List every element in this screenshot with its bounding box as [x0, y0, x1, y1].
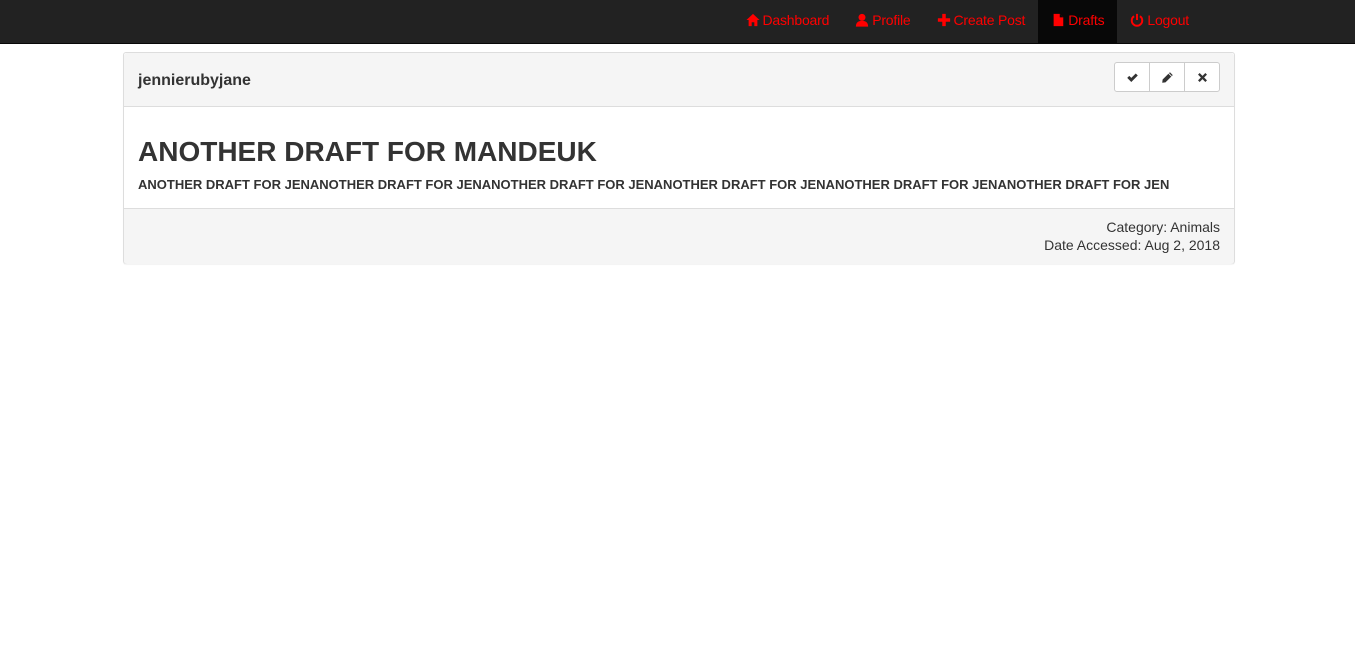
user-icon	[855, 13, 869, 27]
nav-item-logout[interactable]: Logout	[1117, 0, 1202, 39]
top-navbar: Dashboard Profile Create Post Drafts Log…	[0, 0, 1355, 44]
nav-item-label: Profile	[872, 11, 911, 28]
draft-body: ANOTHER DRAFT FOR JENANOTHER DRAFT FOR J…	[138, 177, 1170, 192]
date-accessed-label: Date Accessed: Aug 2, 2018	[1044, 237, 1220, 253]
nav-item-label: Drafts	[1068, 11, 1105, 28]
approve-button[interactable]	[1114, 62, 1150, 92]
plus-icon	[937, 13, 951, 27]
nav-item-label: Logout	[1147, 11, 1189, 28]
draft-card-footer: Category: Animals Date Accessed: Aug 2, …	[124, 208, 1234, 264]
delete-button[interactable]	[1184, 62, 1220, 92]
home-icon	[745, 13, 760, 27]
nav-item-dashboard[interactable]: Dashboard	[733, 0, 843, 39]
checkmark-icon	[1126, 71, 1139, 84]
file-icon	[1051, 13, 1065, 27]
nav-item-create-post[interactable]: Create Post	[924, 0, 1039, 39]
nav-item-label: Create Post	[953, 11, 1026, 28]
edit-button[interactable]	[1149, 62, 1185, 92]
power-icon	[1130, 13, 1144, 27]
draft-card: jennierubyjane ANOTHER DRAFT FOR MANDEUK…	[123, 52, 1235, 264]
nav-item-drafts[interactable]: Drafts	[1038, 0, 1118, 43]
nav-item-profile[interactable]: Profile	[842, 0, 923, 39]
author-name: jennierubyjane	[138, 72, 251, 89]
draft-actions	[1114, 62, 1220, 92]
draft-card-header: jennierubyjane	[124, 53, 1234, 107]
pencil-icon	[1161, 71, 1174, 84]
close-icon	[1196, 71, 1209, 84]
draft-meta: Category: Animals Date Accessed: Aug 2, …	[1044, 218, 1220, 254]
nav-menu: Dashboard Profile Create Post Drafts Log…	[733, 0, 1203, 43]
category-label: Category: Animals	[1106, 219, 1220, 235]
draft-title: ANOTHER DRAFT FOR MANDEUK	[138, 136, 597, 167]
nav-item-label: Dashboard	[762, 11, 830, 28]
